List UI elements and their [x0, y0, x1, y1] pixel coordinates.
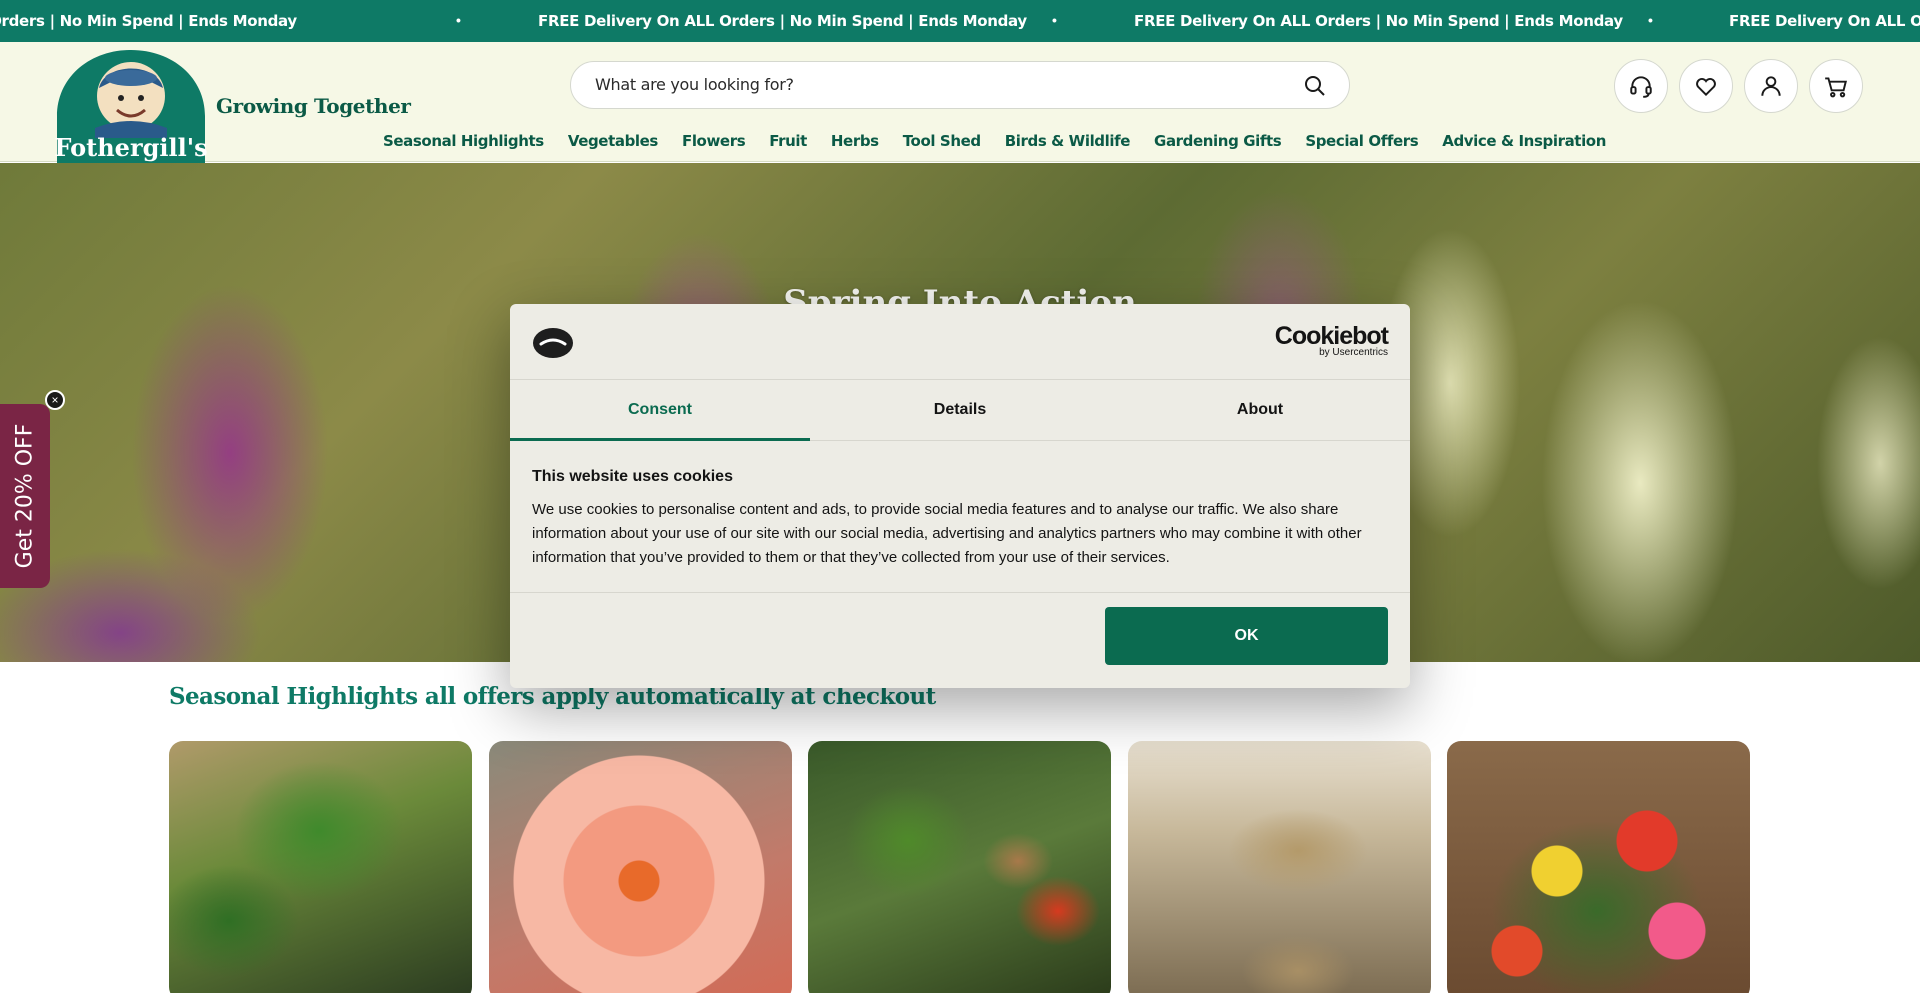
cookiebot-logo[interactable]: Cookiebot by Usercentrics: [1275, 324, 1389, 358]
main-nav: Seasonal Highlights Vegetables Flowers F…: [383, 132, 1630, 150]
announcement-text: FREE Delivery On ALL Orders | No Min Spe…: [1729, 12, 1920, 30]
announcement-text: FREE Delivery On ALL Orders | No Min Spe…: [1134, 12, 1623, 30]
discount-tab-label: Get 20% OFF: [12, 423, 38, 569]
cookie-description: We use cookies to personalise content an…: [532, 501, 1362, 566]
tab-details[interactable]: Details: [810, 381, 1110, 440]
announcement-bar: FREE Delivery On ALL Orders | No Min Spe…: [0, 0, 1920, 42]
product-card[interactable]: [169, 741, 472, 993]
announcement-text: FREE Delivery On ALL Orders | No Min Spe…: [0, 12, 297, 30]
announcement-separator: •: [1052, 12, 1057, 28]
user-icon: [1761, 76, 1781, 96]
nav-item-advice-inspiration[interactable]: Advice & Inspiration: [1442, 132, 1606, 150]
nav-item-tool-shed[interactable]: Tool Shed: [903, 132, 981, 150]
cookie-tabs: Consent Details About: [510, 381, 1410, 441]
nav-item-vegetables[interactable]: Vegetables: [568, 132, 659, 150]
nav-item-fruit[interactable]: Fruit: [769, 132, 807, 150]
customer-service-button[interactable]: [1614, 59, 1668, 113]
ok-button[interactable]: OK: [1105, 607, 1388, 665]
nav-item-herbs[interactable]: Herbs: [831, 132, 879, 150]
cookie-dialog-header: Cookiebot by Usercentrics: [510, 304, 1410, 380]
cookie-consent-dialog: Cookiebot by Usercentrics Consent Detail…: [510, 304, 1410, 688]
tagline: Growing Together: [216, 94, 411, 118]
nav-item-flowers[interactable]: Flowers: [682, 132, 746, 150]
nav-item-special-offers[interactable]: Special Offers: [1305, 132, 1418, 150]
nav-item-seasonal-highlights[interactable]: Seasonal Highlights: [383, 132, 544, 150]
search-input[interactable]: What are you looking for?: [595, 62, 794, 108]
basket-button[interactable]: [1809, 59, 1863, 113]
cookie-icon: [533, 328, 573, 358]
nav-item-birds-wildlife[interactable]: Birds & Wildlife: [1005, 132, 1131, 150]
search-icon[interactable]: [1303, 74, 1327, 98]
tab-about[interactable]: About: [1110, 381, 1410, 440]
discount-tab[interactable]: Get 20% OFF: [0, 404, 50, 588]
logo[interactable]: Fothergill's: [54, 48, 208, 174]
nav-item-gardening-gifts[interactable]: Gardening Gifts: [1154, 132, 1282, 150]
cookie-heading: This website uses cookies: [532, 468, 733, 485]
product-card[interactable]: [1447, 741, 1750, 993]
site-header: Fothergill's Growing Together What are y…: [0, 42, 1920, 174]
close-icon[interactable]: ×: [45, 390, 65, 410]
svg-text:Fothergill's: Fothergill's: [55, 133, 207, 162]
divider: [510, 592, 1410, 593]
product-card[interactable]: [1128, 741, 1431, 993]
cart-icon: [1825, 77, 1847, 98]
wishlist-button[interactable]: [1679, 59, 1733, 113]
product-card[interactable]: [489, 741, 792, 993]
search-bar[interactable]: What are you looking for?: [570, 61, 1350, 109]
headset-icon: [1630, 76, 1652, 98]
announcement-text: FREE Delivery On ALL Orders | No Min Spe…: [538, 12, 1027, 30]
announcement-separator: •: [456, 12, 461, 28]
announcement-separator: •: [1648, 12, 1653, 28]
cookie-body: This website uses cookies We use cookies…: [532, 468, 1388, 570]
account-button[interactable]: [1744, 59, 1798, 113]
heart-icon: [1696, 77, 1716, 97]
tab-consent[interactable]: Consent: [510, 381, 810, 441]
product-card[interactable]: [808, 741, 1111, 993]
